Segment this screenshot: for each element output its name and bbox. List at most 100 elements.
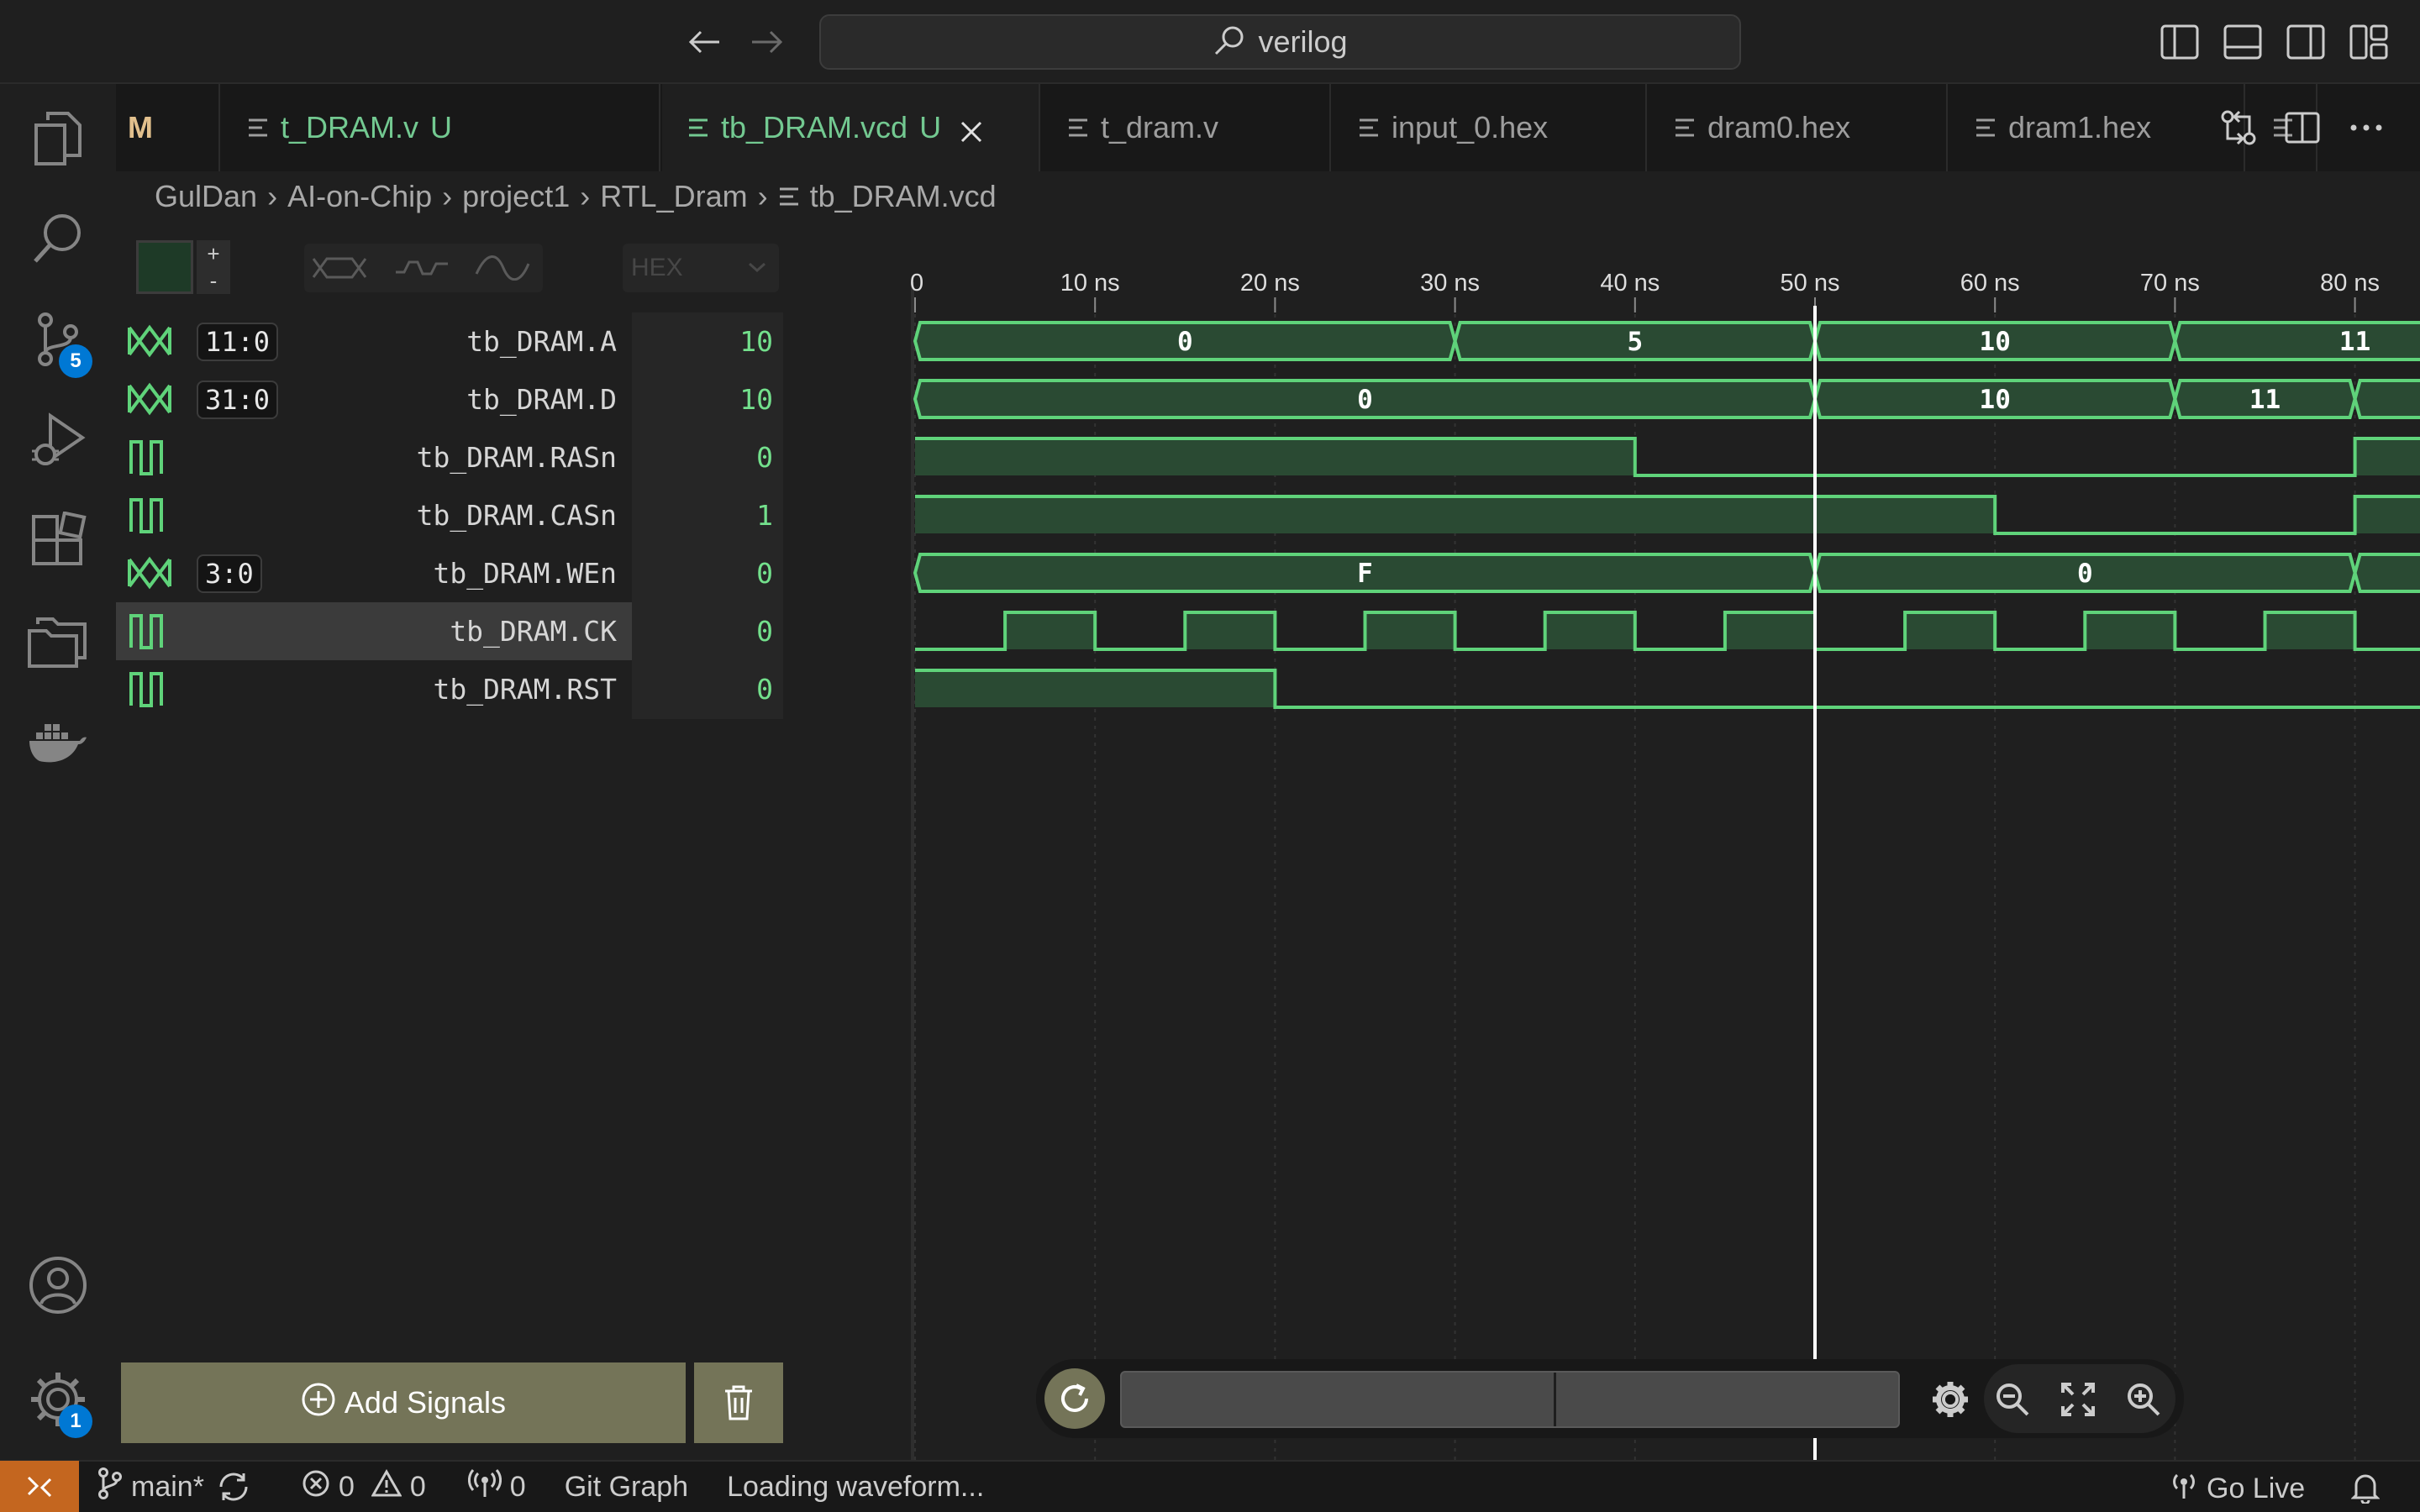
signal-row-selected[interactable]: tb_DRAM.CK (116, 602, 632, 660)
toggle-primary-sidebar-icon[interactable] (2160, 24, 2200, 60)
bit-high-fill (1005, 612, 1096, 649)
tab-label: tb_DRAM.vcd (721, 110, 908, 144)
breadcrumb-item[interactable]: AI-on-Chip (287, 179, 432, 214)
decrease-button[interactable]: - (210, 268, 218, 294)
analog-style-icon[interactable] (469, 247, 536, 289)
status-message: Loading waveform... (727, 1471, 984, 1504)
zoom-in-icon[interactable] (2118, 1374, 2169, 1425)
timeline-scrubber[interactable] (1120, 1371, 1900, 1428)
bit-range-badge: 31:0 (197, 381, 279, 419)
step-style-icon[interactable] (388, 247, 455, 289)
go-live-button[interactable]: Go Live (2170, 1470, 2305, 1508)
toggle-secondary-sidebar-icon[interactable] (2286, 24, 2326, 60)
zoom-out-icon[interactable] (1987, 1374, 2038, 1425)
settings-gear-icon[interactable] (1925, 1374, 1975, 1425)
signal-row[interactable]: 31:0 tb_DRAM.D (116, 370, 632, 428)
bus-signal-icon (124, 379, 175, 419)
signal-value: 10 (739, 325, 773, 358)
source-control-icon[interactable]: 5 (0, 289, 116, 390)
git-graph-button[interactable]: Git Graph (565, 1471, 688, 1504)
settings-gear-icon[interactable]: 1 (0, 1349, 116, 1450)
radix-select[interactable]: HEX (623, 244, 779, 292)
tab-dram0-hex[interactable]: dram0.hex (1649, 84, 1948, 171)
tab-input-0-hex[interactable]: input_0.hex (1333, 84, 1647, 171)
signal-value: 1 (756, 499, 773, 532)
warning-icon (371, 1468, 402, 1505)
git-graph-label: Git Graph (564, 1470, 689, 1503)
breadcrumb-item[interactable]: project1 (462, 179, 570, 214)
time-tick-label: 70 ns (2140, 270, 2200, 297)
bit-signal-icon (124, 611, 175, 651)
tab-t-dram-v[interactable]: t_DRAM.v U (222, 84, 660, 171)
chevron-right-icon: › (442, 179, 453, 213)
search-icon[interactable] (0, 188, 116, 289)
signal-row[interactable]: tb_DRAM.RST (116, 660, 632, 718)
tab-t-dram-v-lower[interactable]: t_dram.v (1042, 84, 1331, 171)
add-signals-button[interactable]: Add Signals (121, 1362, 686, 1443)
explorer-icon[interactable] (0, 87, 116, 188)
reload-icon[interactable] (1044, 1368, 1105, 1429)
branch-status[interactable]: main* (97, 1467, 204, 1508)
bus-signal-icon (124, 321, 175, 361)
loading-message: Loading waveform... (727, 1470, 985, 1503)
signal-value: 0 (756, 441, 773, 474)
customize-layout-icon[interactable] (2349, 24, 2389, 60)
sync-icon[interactable] (216, 1472, 251, 1502)
extensions-icon[interactable] (0, 491, 116, 591)
render-style-group (304, 244, 543, 292)
toggle-panel-icon[interactable] (2223, 24, 2263, 60)
forward-arrow-icon[interactable] (750, 20, 784, 64)
time-tick-label: 40 ns (1600, 270, 1660, 297)
title-bar: verilog (0, 0, 2420, 84)
signal-row[interactable]: 11:0 tb_DRAM.A (116, 312, 632, 370)
editor-tab-bar: M t_DRAM.v U tb_DRAM.vcd U t_dram.v inpu… (116, 84, 2420, 171)
bus-value-label: 11 (2339, 327, 2370, 357)
bus-value-label: 0 (1357, 385, 1373, 415)
remote-indicator-icon[interactable] (0, 1461, 79, 1512)
bus-value-label: 5 (1627, 327, 1643, 357)
run-debug-icon[interactable] (0, 390, 116, 491)
breadcrumb-item[interactable]: GulDan (155, 179, 257, 214)
accounts-icon[interactable] (0, 1235, 116, 1336)
breadcrumb-item[interactable]: RTL_Dram (600, 179, 747, 214)
signal-row[interactable]: tb_DRAM.CASn (116, 486, 632, 544)
tab-dram1-hex[interactable]: dram1.hex (1949, 84, 2245, 171)
signal-row[interactable]: tb_DRAM.RASn (116, 428, 632, 486)
trash-icon[interactable] (694, 1362, 783, 1443)
bus-style-icon[interactable] (306, 247, 373, 289)
signal-row[interactable]: 3:0 tb_DRAM.WEn (116, 544, 632, 602)
signal-value: 0 (756, 557, 773, 590)
tab-modified-marker[interactable]: M (116, 84, 220, 171)
breadcrumb-item[interactable]: tb_DRAM.vcd (810, 179, 997, 214)
go-live-label: Go Live (2207, 1473, 2306, 1504)
color-picker[interactable] (136, 240, 193, 294)
radix-value: HEX (631, 254, 683, 281)
docker-icon[interactable] (0, 692, 116, 793)
error-count: 0 (338, 1470, 355, 1503)
time-tick-label: 60 ns (1960, 270, 2020, 297)
notifications-bell-icon[interactable] (2351, 1472, 2380, 1504)
zoom-fit-icon[interactable] (2053, 1374, 2103, 1425)
ports-status[interactable]: 0 (467, 1468, 526, 1506)
command-center-search[interactable]: verilog (819, 14, 1741, 70)
bit-high-fill (915, 438, 1635, 475)
project-manager-icon[interactable] (0, 591, 116, 692)
waveform-canvas[interactable]: 0 10 ns 20 ns 30 ns 40 ns 50 ns 60 ns 70 ns 80 n… (788, 222, 2420, 1460)
problems-status[interactable]: 0 0 (302, 1468, 426, 1505)
ports-count: 0 (509, 1470, 526, 1503)
back-arrow-icon[interactable] (687, 20, 721, 64)
open-changes-icon[interactable] (2218, 108, 2259, 148)
error-icon (302, 1469, 330, 1505)
more-actions-icon[interactable] (2346, 108, 2386, 148)
signal-name: tb_DRAM.WEn (433, 557, 617, 590)
split-editor-icon[interactable] (2282, 108, 2323, 148)
waveform-svg: 0 10 ns 20 ns 30 ns 40 ns 50 ns 60 ns 70 ns 80 n… (910, 270, 2420, 1460)
close-tab-icon[interactable] (960, 116, 983, 143)
time-tick-label: 50 ns (1781, 270, 1840, 297)
tab-tb-dram-vcd[interactable]: tb_DRAM.vcd U (662, 84, 1040, 171)
increase-button[interactable]: + (207, 241, 219, 267)
file-lines-icon (247, 110, 269, 145)
scrubber-marker[interactable] (1554, 1373, 1556, 1426)
bit-high-fill (1724, 612, 1815, 649)
signal-name: tb_DRAM.CASn (416, 499, 617, 532)
